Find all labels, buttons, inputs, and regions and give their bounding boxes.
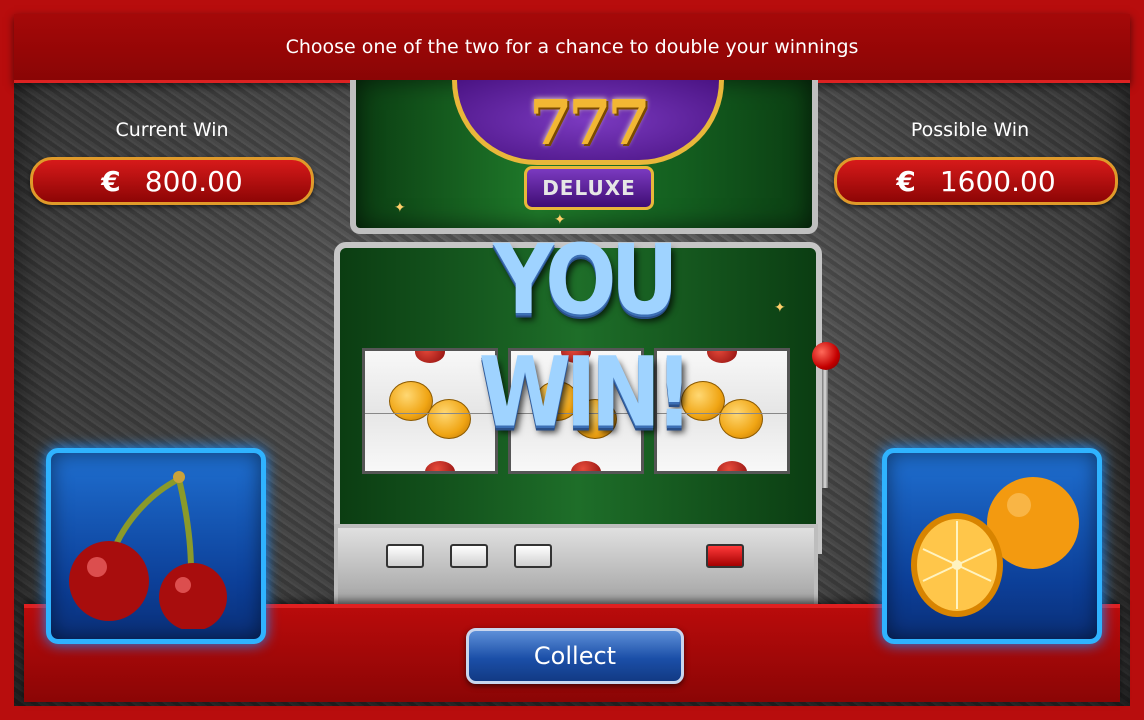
machine-base [334, 524, 818, 616]
game-logo: 777 [452, 80, 724, 165]
you-win-text: YOU WIN! [478, 223, 694, 449]
choice-orange-button[interactable] [882, 448, 1102, 644]
lever-arm [822, 360, 828, 488]
machine-top-panel: 777 DELUXE [350, 80, 818, 234]
collect-label: Collect [533, 642, 617, 670]
slot-machine: 777 DELUXE YOU WIN! ✦ ✦ ✦ [334, 80, 840, 640]
cherry-symbol [571, 461, 601, 471]
logo-deluxe-badge: DELUXE [524, 166, 654, 210]
instruction-text: Choose one of the two for a chance to do… [285, 36, 859, 58]
possible-win-box: € 1600.00 [834, 157, 1118, 205]
sparkle-icon: ✦ [774, 300, 786, 316]
euro-icon: € [896, 164, 916, 198]
choice-cherry-button[interactable] [46, 448, 266, 644]
euro-icon: € [101, 164, 121, 198]
sparkle-icon: ✦ [554, 212, 566, 228]
logo-777-text: 777 [529, 86, 650, 159]
cherry-icon [69, 471, 227, 631]
machine-button [386, 544, 424, 568]
cherry-symbol [717, 461, 747, 471]
instruction-banner: Choose one of the two for a chance to do… [14, 14, 1130, 83]
lever-knob [812, 342, 840, 370]
machine-button [514, 544, 552, 568]
possible-win-label: Possible Win [910, 119, 1030, 141]
current-win-box: € 800.00 [30, 157, 314, 205]
current-win-amount: 800.00 [144, 164, 243, 198]
orange-icon [911, 477, 1079, 617]
sparkle-icon: ✦ [394, 200, 406, 216]
collect-button[interactable]: Collect [466, 628, 684, 684]
machine-button [450, 544, 488, 568]
possible-win-amount: 1600.00 [939, 164, 1056, 198]
cherry-symbol [425, 461, 455, 471]
machine-button-red [706, 544, 744, 568]
current-win-label: Current Win [115, 119, 229, 141]
